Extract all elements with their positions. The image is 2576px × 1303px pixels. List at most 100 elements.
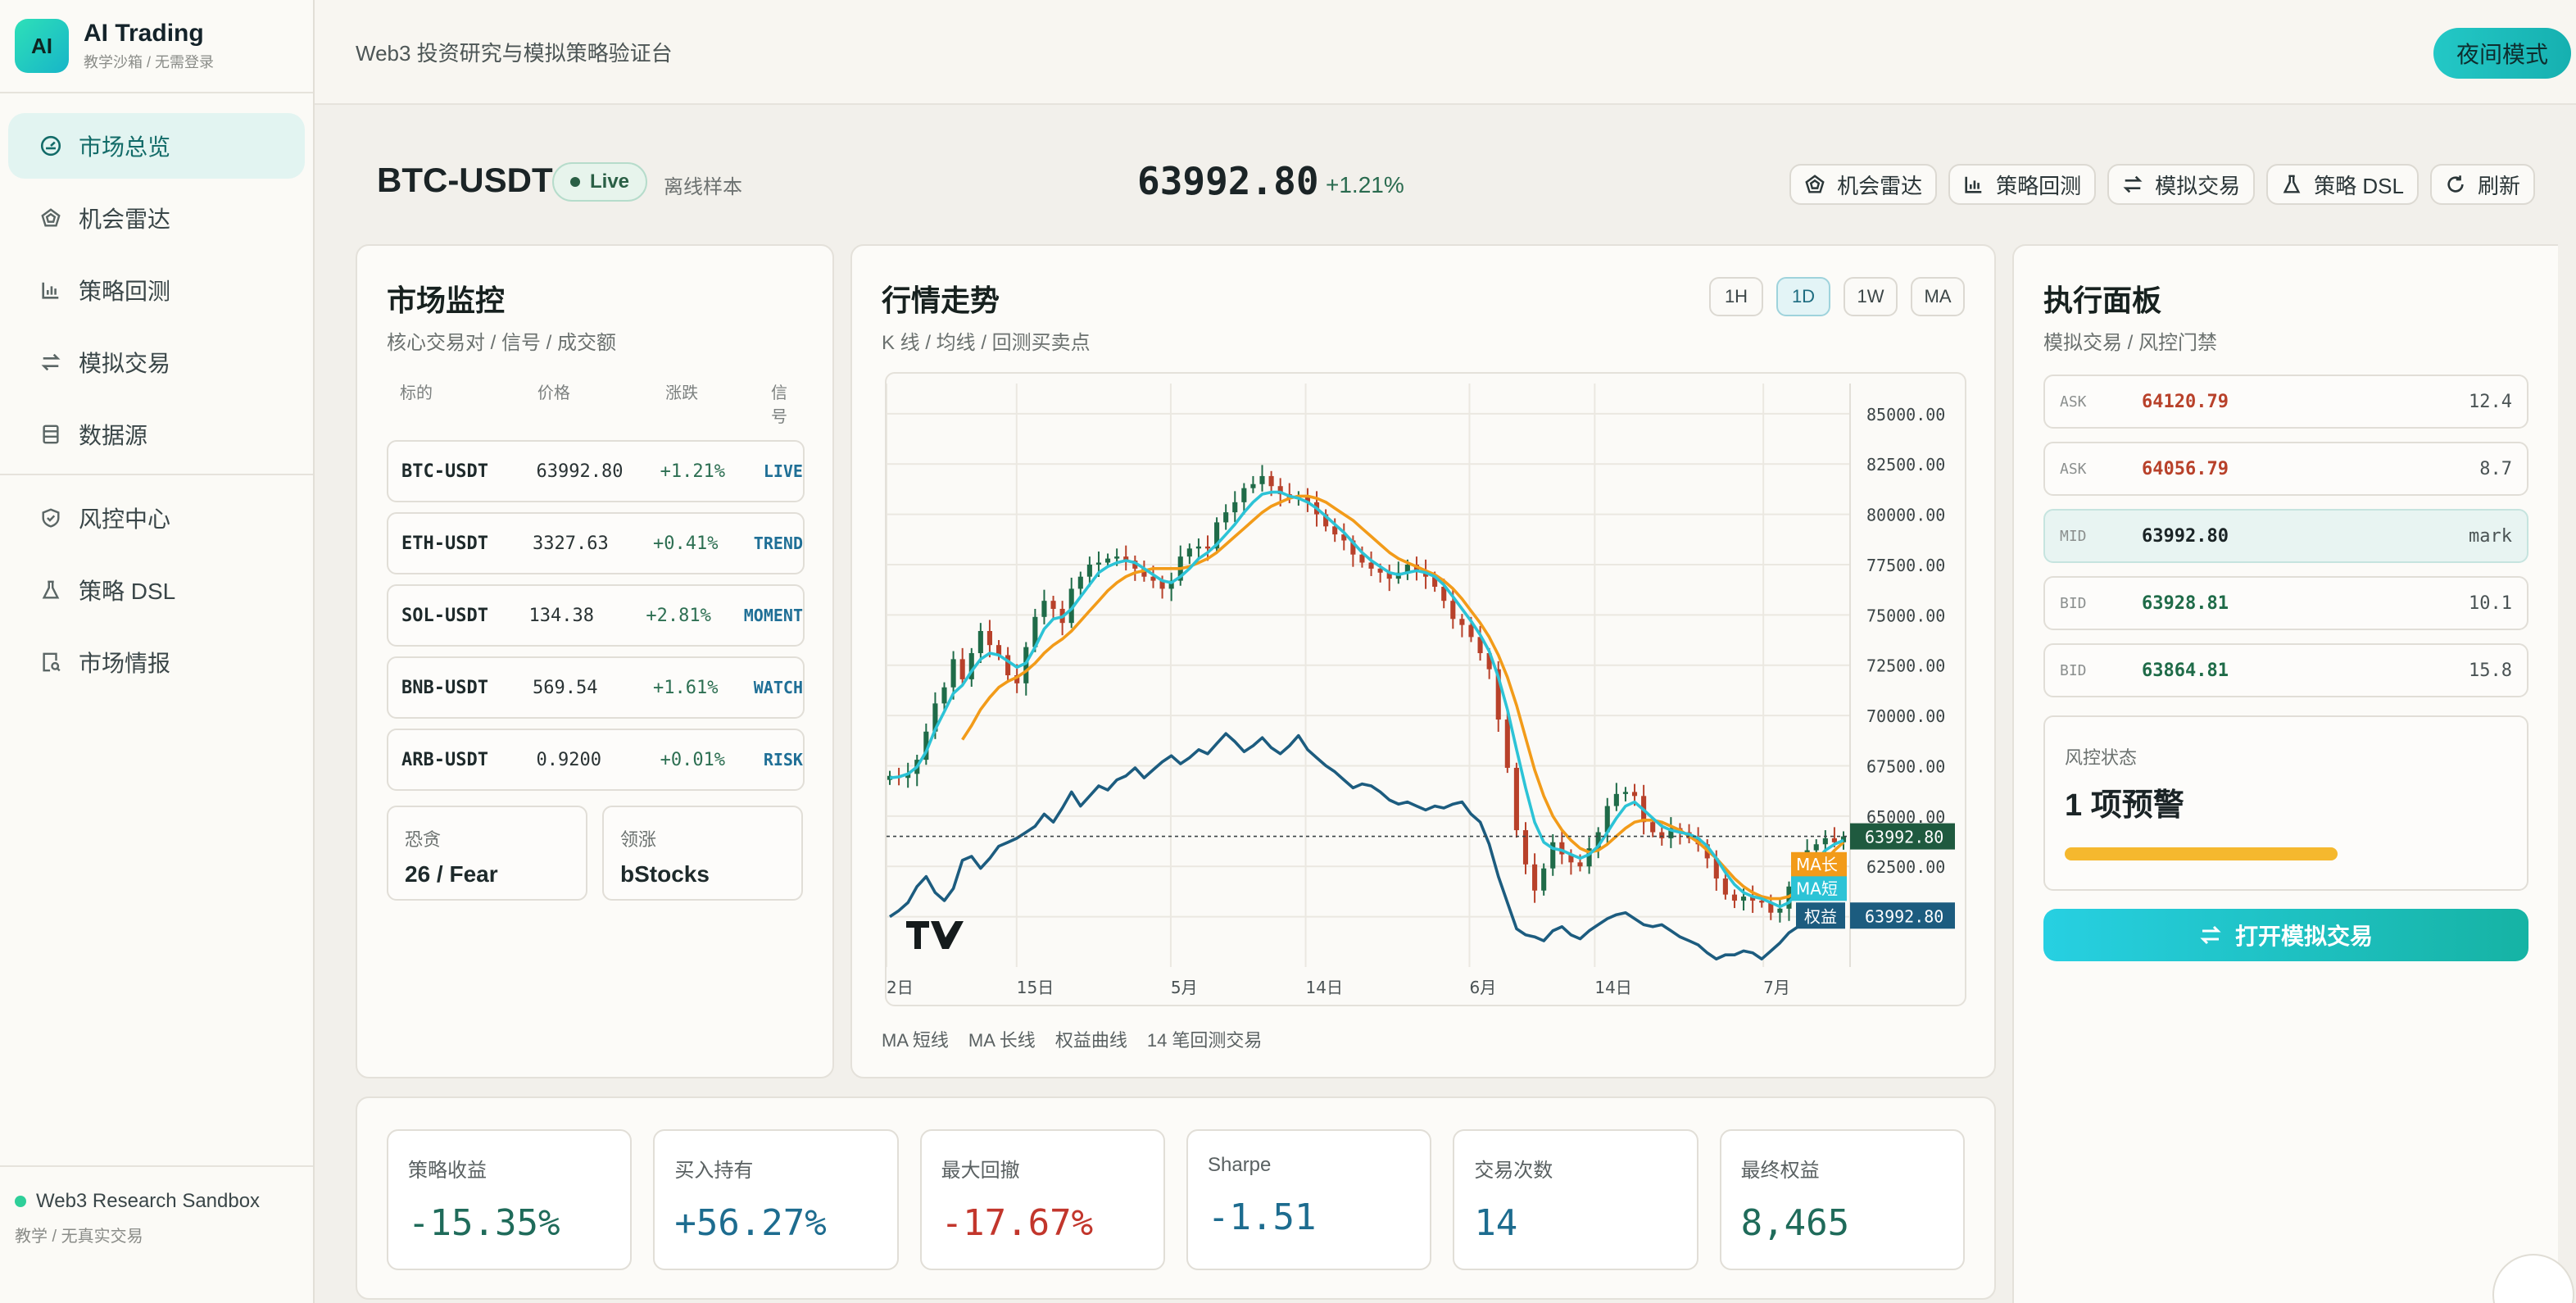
sidebar-nav: 市场总览 机会雷达 策略回测 模拟交易 数据源 风控中心 策略 DSL 市场情报 bbox=[0, 93, 313, 695]
y-tick-label: 70000.00 bbox=[1866, 706, 1945, 726]
market-table-header: 标的 价格 涨跌 信号 bbox=[387, 379, 803, 427]
timeframe-1d-button[interactable]: 1D bbox=[1776, 277, 1830, 316]
orderbook-row[interactable]: BID 63864.81 15.8 bbox=[2043, 643, 2528, 697]
table-row[interactable]: SOL-USDT 134.38 +2.81% MOMENT bbox=[387, 584, 805, 647]
table-row[interactable]: ARB-USDT 0.9200 +0.01% RISK bbox=[387, 729, 805, 791]
table-row[interactable]: ETH-USDT 3327.63 +0.41% TREND bbox=[387, 512, 805, 574]
metric-sharpe: Sharpe -1.51 bbox=[1186, 1129, 1432, 1270]
sidebar-item-label: 策略回测 bbox=[79, 279, 171, 304]
app-title: AI Trading bbox=[84, 20, 204, 47]
opportunity-radar-button[interactable]: 机会雷达 bbox=[1789, 164, 1938, 205]
ma-long-label: MA长 bbox=[1796, 855, 1838, 874]
bar-chart-icon bbox=[1963, 174, 1984, 195]
candle-body bbox=[1622, 792, 1628, 794]
page-title: Web3 投资研究与模拟策略验证台 bbox=[356, 40, 673, 66]
topbar: Web3 投资研究与模拟策略验证台 夜间模式 bbox=[315, 0, 2576, 105]
refresh-button[interactable]: 刷新 bbox=[2429, 164, 2535, 205]
column-header: 标的 bbox=[400, 384, 433, 402]
shield-icon bbox=[39, 506, 62, 529]
sidebar-item-market-intel[interactable]: 市场情报 bbox=[8, 629, 305, 695]
candle-body bbox=[950, 659, 956, 688]
candle-body bbox=[1459, 619, 1465, 625]
sidebar-item-label: 市场情报 bbox=[79, 651, 171, 676]
chart-legend: MA 短线 MA 长线 权益曲线 14 笔回测交易 bbox=[882, 1026, 1262, 1052]
sidebar-item-market-overview[interactable]: 市场总览 bbox=[8, 113, 305, 179]
candle-body bbox=[1204, 546, 1211, 549]
risk-status-value: 1 项预警 bbox=[2065, 788, 2184, 823]
metric-max-drawdown: 最大回撤 -17.67% bbox=[919, 1129, 1165, 1270]
column-header: 信号 bbox=[770, 384, 787, 426]
status-dot bbox=[15, 1196, 26, 1207]
tradingview-logo-icon bbox=[906, 921, 964, 949]
candle-body bbox=[1259, 475, 1265, 484]
open-paper-trading-button[interactable]: 打开模拟交易 bbox=[2043, 909, 2528, 961]
radar-icon bbox=[39, 207, 62, 229]
strategy-dsl-button[interactable]: 策略 DSL bbox=[2266, 164, 2419, 205]
candle-body bbox=[1532, 864, 1538, 891]
orderbook-row[interactable]: BID 63928.81 10.1 bbox=[2043, 576, 2528, 630]
candle-body bbox=[1077, 576, 1083, 589]
candle-body bbox=[1741, 897, 1747, 901]
price-chart[interactable]: 2日 15日 5月 14日 6月 14日 7月 85000.00 82500.00 80000.0… bbox=[885, 372, 1966, 1006]
orderbook-row[interactable]: ASK 64056.79 8.7 bbox=[2043, 442, 2528, 496]
radar-icon bbox=[1804, 174, 1825, 195]
dashboard-icon bbox=[39, 134, 62, 157]
column-header: 涨跌 bbox=[665, 384, 699, 402]
candle-body bbox=[1822, 838, 1828, 845]
timeframe-1w-button[interactable]: 1W bbox=[1844, 277, 1898, 316]
candle-body bbox=[1613, 793, 1619, 806]
risk-status-card: 风控状态 1 项预警 bbox=[2043, 715, 2528, 891]
x-tick-label: 7月 bbox=[1763, 978, 1790, 997]
price-change: +1.21% bbox=[1326, 172, 1404, 197]
sidebar-item-strategy-dsl[interactable]: 策略 DSL bbox=[8, 557, 305, 623]
sidebar-item-label: 模拟交易 bbox=[79, 351, 171, 376]
swap-icon bbox=[2122, 174, 2143, 195]
candle-body bbox=[1095, 562, 1102, 565]
fear-greed-box: 恐贪 26 / Fear bbox=[387, 806, 587, 901]
price-chart-svg: 2日 15日 5月 14日 6月 14日 7月 85000.00 82500.00 80000.0… bbox=[887, 384, 1955, 997]
table-row[interactable]: BNB-USDT 569.54 +1.61% WATCH bbox=[387, 656, 805, 719]
help-fab[interactable] bbox=[2492, 1254, 2574, 1303]
sidebar-item-risk-center[interactable]: 风控中心 bbox=[8, 485, 305, 551]
x-tick-label: 14日 bbox=[1594, 978, 1631, 997]
market-monitor-card: 市场监控 核心交易对 / 信号 / 成交额 标的 价格 涨跌 信号 BTC-US… bbox=[356, 244, 834, 1078]
backtest-button[interactable]: 策略回测 bbox=[1948, 164, 2097, 205]
orderbook-row[interactable]: MID 63992.80 mark bbox=[2043, 509, 2528, 563]
night-mode-button[interactable]: 夜间模式 bbox=[2433, 28, 2571, 79]
sandbox-subtitle: 教学 / 无真实交易 bbox=[15, 1228, 143, 1246]
flask-icon bbox=[2281, 174, 2302, 195]
candle-body bbox=[1041, 601, 1047, 617]
trend-subtitle: K 线 / 均线 / 回测买卖点 bbox=[882, 332, 1091, 354]
candle-body bbox=[1250, 484, 1256, 488]
y-tick-label: 77500.00 bbox=[1866, 556, 1945, 575]
sidebar-item-paper-trading[interactable]: 模拟交易 bbox=[8, 329, 305, 395]
candle-body bbox=[1813, 844, 1819, 851]
bar-chart-icon bbox=[39, 279, 62, 302]
timeframe-1h-button[interactable]: 1H bbox=[1709, 277, 1763, 316]
table-row[interactable]: BTC-USDT 63992.80 +1.21% LIVE bbox=[387, 440, 805, 502]
orderbook-row[interactable]: ASK 64120.79 12.4 bbox=[2043, 375, 2528, 429]
metric-final-equity: 最终权益 8,465 bbox=[1719, 1129, 1965, 1270]
candle-body bbox=[1504, 720, 1510, 768]
candle-body bbox=[1831, 838, 1837, 842]
candle-body bbox=[1722, 878, 1728, 895]
ma-toggle-button[interactable]: MA bbox=[1911, 277, 1965, 316]
candle-body bbox=[1050, 601, 1056, 609]
database-icon bbox=[39, 423, 62, 446]
sidebar-item-data-sources[interactable]: 数据源 bbox=[8, 402, 305, 467]
candle-body bbox=[1195, 546, 1201, 549]
offline-sample-label: 离线样本 bbox=[664, 176, 742, 198]
candle-body bbox=[1005, 655, 1011, 675]
app-logo: AI bbox=[15, 19, 69, 73]
legend-ma-long: MA 长线 bbox=[968, 1030, 1036, 1051]
execution-subtitle: 模拟交易 / 风控门禁 bbox=[2043, 332, 2218, 354]
candle-body bbox=[1450, 601, 1456, 620]
candle-body bbox=[1241, 488, 1247, 502]
candle-body bbox=[1223, 512, 1229, 523]
sidebar-item-opportunity-radar[interactable]: 机会雷达 bbox=[8, 185, 305, 251]
paper-trading-button[interactable]: 模拟交易 bbox=[2107, 164, 2256, 205]
sidebar-item-backtest[interactable]: 策略回测 bbox=[8, 257, 305, 323]
report-icon bbox=[39, 651, 62, 674]
metric-trade-count: 交易次数 14 bbox=[1453, 1129, 1698, 1270]
execution-panel: 执行面板 模拟交易 / 风控门禁 ASK 64120.79 12.4 ASK 6405… bbox=[2012, 244, 2574, 1303]
